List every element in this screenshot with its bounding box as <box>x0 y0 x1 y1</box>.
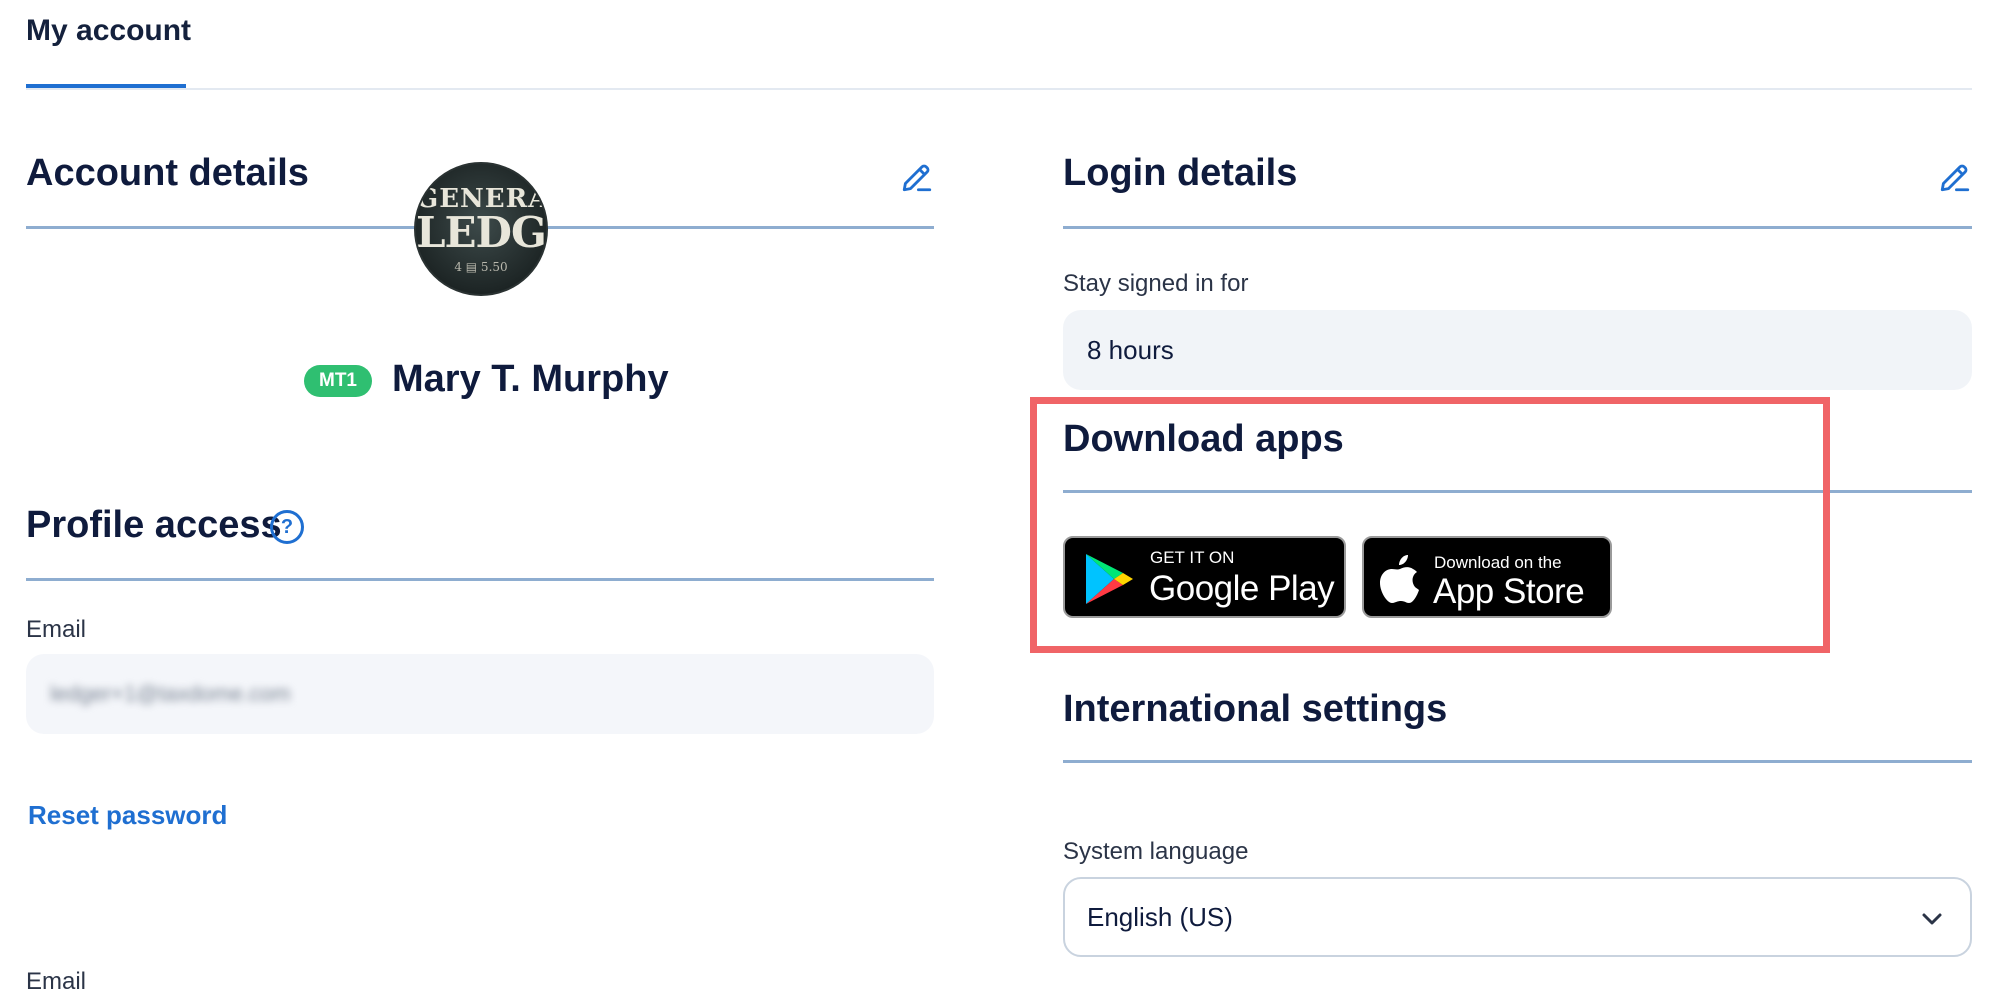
pencil-icon[interactable] <box>1938 160 1972 194</box>
avatar: GENERAL LEDGER 4 ▤ 5.50 <box>414 162 548 296</box>
pencil-icon[interactable] <box>900 160 934 194</box>
user-name: Mary T. Murphy <box>392 358 669 400</box>
account-details-title: Account details <box>26 152 309 194</box>
international-settings-title: International settings <box>1063 688 1448 730</box>
profile-access-title: Profile access <box>26 504 282 546</box>
download-apps-highlight-box <box>1030 397 1830 653</box>
avatar-logo-text-bottom: 4 ▤ 5.50 <box>454 260 508 274</box>
user-initials-badge: MT1 <box>304 365 372 397</box>
email-label-secondary: Email <box>26 968 87 995</box>
stay-signed-in-value: 8 hours <box>1087 334 1174 365</box>
reset-password-link[interactable]: Reset password <box>28 800 227 831</box>
email-field[interactable]: ledger+1@taxdome.com <box>26 654 934 734</box>
email-value: ledger+1@taxdome.com <box>50 681 291 706</box>
login-details-divider <box>1063 226 1972 229</box>
login-details-title: Login details <box>1063 152 1298 194</box>
system-language-label: System language <box>1063 838 1249 865</box>
system-language-select[interactable]: English (US) <box>1063 877 1972 957</box>
stay-signed-in-field[interactable]: 8 hours <box>1063 310 1972 390</box>
profile-access-divider <box>26 578 934 581</box>
email-label: Email <box>26 616 87 643</box>
avatar-logo-text-main: LEDGER <box>416 208 546 257</box>
system-language-value: English (US) <box>1087 901 1233 932</box>
stay-signed-in-label: Stay signed in for <box>1063 270 1249 297</box>
chevron-down-icon <box>1922 913 1942 925</box>
question-icon[interactable]: ? <box>270 510 304 544</box>
tab-my-account[interactable]: My account <box>26 14 191 48</box>
tabs-divider <box>26 88 1972 90</box>
international-settings-divider <box>1063 760 1972 763</box>
